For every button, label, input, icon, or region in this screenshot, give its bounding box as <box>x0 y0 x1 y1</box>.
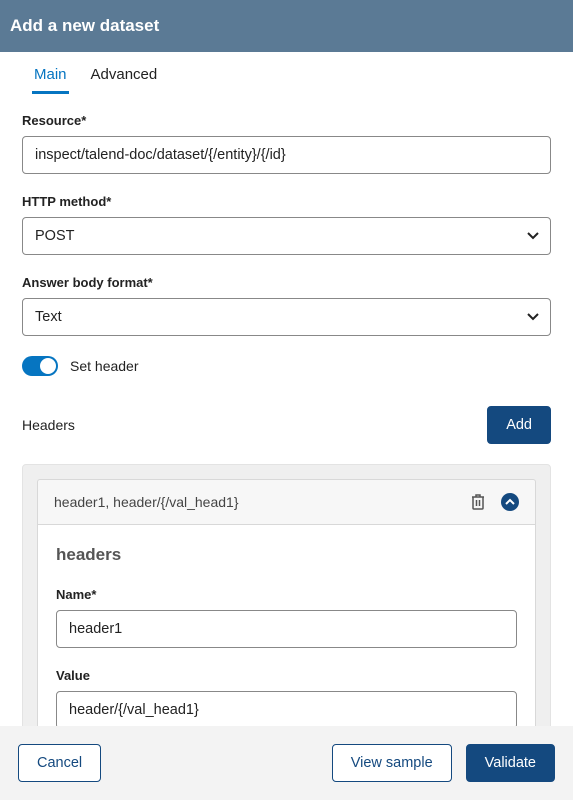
field-header-name: Name* <box>56 587 517 648</box>
header-card-summary: header1, header/{/val_head1} <box>54 494 239 510</box>
field-resource: Resource* <box>22 113 551 174</box>
header-card-head: header1, header/{/val_head1} <box>37 479 536 524</box>
set-header-row: Set header <box>22 356 551 376</box>
header-name-label: Name* <box>56 587 517 602</box>
form: Resource* HTTP method* POST Answer body … <box>0 95 573 769</box>
dialog-title: Add a new dataset <box>10 16 159 35</box>
view-sample-button[interactable]: View sample <box>332 744 452 782</box>
header-card-title: headers <box>56 545 517 565</box>
answer-body-label: Answer body format* <box>22 275 551 290</box>
resource-input[interactable] <box>22 136 551 174</box>
cancel-button[interactable]: Cancel <box>18 744 101 782</box>
add-header-button[interactable]: Add <box>487 406 551 444</box>
validate-button[interactable]: Validate <box>466 744 555 782</box>
field-answer-body: Answer body format* Text <box>22 275 551 336</box>
field-http-method: HTTP method* POST <box>22 194 551 255</box>
tab-main[interactable]: Main <box>32 66 69 94</box>
http-method-label: HTTP method* <box>22 194 551 209</box>
header-value-label: Value <box>56 668 517 683</box>
set-header-toggle[interactable] <box>22 356 58 376</box>
header-name-input[interactable] <box>56 610 517 648</box>
answer-body-select[interactable]: Text <box>22 298 551 336</box>
headers-label: Headers <box>22 417 75 433</box>
headers-card-container: header1, header/{/val_head1} headers Nam… <box>22 464 551 769</box>
tabs: Main Advanced <box>0 66 573 95</box>
delete-header-button[interactable] <box>471 494 485 510</box>
set-header-label: Set header <box>70 358 139 374</box>
field-header-value: Value <box>56 668 517 729</box>
footer: Cancel View sample Validate <box>0 726 573 800</box>
dialog-header: Add a new dataset <box>0 0 573 52</box>
header-card-body: headers Name* Value <box>37 524 536 754</box>
trash-icon <box>471 494 485 510</box>
http-method-select[interactable]: POST <box>22 217 551 255</box>
collapse-header-button[interactable] <box>501 493 519 511</box>
header-value-input[interactable] <box>56 691 517 729</box>
tab-advanced[interactable]: Advanced <box>89 66 160 94</box>
chevron-up-circle-icon <box>501 493 519 511</box>
resource-label: Resource* <box>22 113 551 128</box>
headers-row: Headers Add <box>22 406 551 444</box>
